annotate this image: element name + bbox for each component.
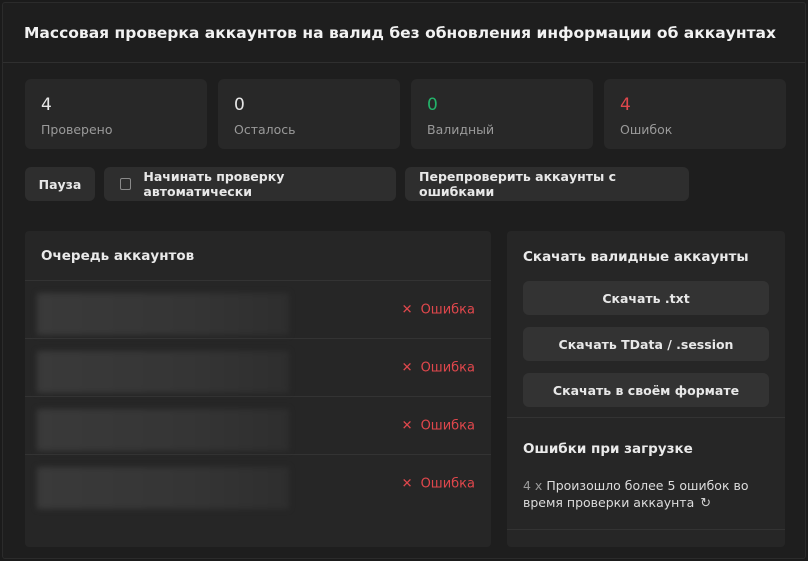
account-redacted <box>37 293 289 335</box>
reload-icon[interactable]: ↻ <box>700 495 711 512</box>
auto-start-toggle[interactable]: Начинать проверку автоматически <box>104 167 396 201</box>
list-item: ✕ Ошибка <box>25 339 491 397</box>
stat-valid: 0 Валидный <box>411 79 593 149</box>
stat-value: 0 <box>427 95 438 115</box>
stat-value: 0 <box>234 95 245 115</box>
auto-start-checkbox[interactable] <box>120 178 132 190</box>
account-redacted <box>37 351 289 393</box>
stat-remaining: 0 Осталось <box>218 79 400 149</box>
list-item: ✕ Ошибка <box>25 455 491 513</box>
x-icon: ✕ <box>401 476 413 492</box>
list-item: ✕ Ошибка <box>25 397 491 455</box>
stat-checked: 4 Проверено <box>25 79 207 149</box>
error-entry: 4 x Произошло более 5 ошибок во время пр… <box>523 477 763 512</box>
stat-value: 4 <box>620 95 631 115</box>
status-badge: ✕ Ошибка <box>402 302 475 317</box>
stat-errors: 4 Ошибок <box>604 79 786 149</box>
list-item: ✕ Ошибка <box>25 281 491 339</box>
error-message: Произошло более 5 ошибок во время провер… <box>523 478 749 510</box>
status-badge: ✕ Ошибка <box>402 477 475 492</box>
x-icon: ✕ <box>401 302 413 317</box>
recheck-errors-button[interactable]: Перепроверить аккаунты с ошибками <box>405 167 689 201</box>
downloads-title: Скачать валидные аккаунты <box>523 249 749 265</box>
errors-title: Ошибки при загрузке <box>523 441 693 457</box>
stat-value: 4 <box>41 95 52 115</box>
x-icon: ✕ <box>401 360 413 375</box>
page-title: Массовая проверка аккаунтов на валид без… <box>24 23 777 42</box>
download-custom-button[interactable]: Скачать в своём формате <box>523 373 769 407</box>
download-panel: Скачать валидные аккаунты Скачать .txt С… <box>507 231 785 547</box>
controls-bar: Пауза Начинать проверку автоматически Пе… <box>25 167 689 201</box>
status-text: Ошибка <box>420 302 475 317</box>
stat-label: Ошибок <box>620 122 673 137</box>
pause-button[interactable]: Пауза <box>25 167 95 201</box>
status-text: Ошибка <box>420 476 475 492</box>
account-redacted <box>37 409 289 451</box>
stat-label: Валидный <box>427 122 495 137</box>
status-text: Ошибка <box>420 360 475 375</box>
app-window: Массовая проверка аккаунтов на валид без… <box>2 2 806 559</box>
auto-start-label: Начинать проверку автоматически <box>143 169 285 199</box>
header: Массовая проверка аккаунтов на валид без… <box>3 3 805 63</box>
status-badge: ✕ Ошибка <box>402 418 475 433</box>
stats-panel: 4 Проверено 0 Осталось 0 Валидный 4 Ошиб… <box>25 79 786 149</box>
stat-label: Проверено <box>41 122 113 137</box>
queue-title: Очередь аккаунтов <box>25 231 491 281</box>
status-badge: ✕ Ошибка <box>402 360 475 375</box>
status-text: Ошибка <box>420 418 475 433</box>
divider <box>507 417 785 418</box>
divider <box>507 529 785 530</box>
stat-label: Осталось <box>234 122 296 137</box>
download-tdata-button[interactable]: Скачать TData / .session <box>523 327 769 361</box>
x-icon: ✕ <box>401 418 413 433</box>
account-redacted <box>37 467 289 509</box>
download-txt-button[interactable]: Скачать .txt <box>523 281 769 315</box>
account-queue-panel: Очередь аккаунтов ✕ Ошибка ✕ Ошибка ✕ Ош… <box>25 231 491 547</box>
error-count: 4 x <box>523 478 543 493</box>
